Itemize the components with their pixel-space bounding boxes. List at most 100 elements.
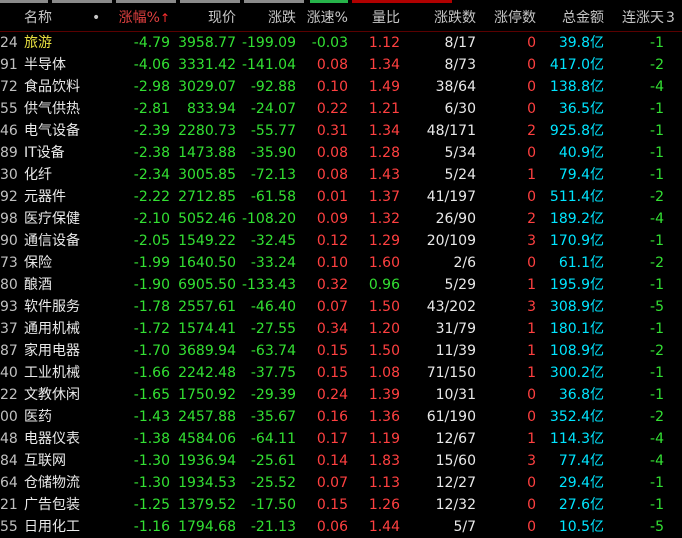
header-streak[interactable]: 连涨天 — [606, 5, 664, 31]
row-up-down: 31/79 — [435, 321, 476, 337]
row-code: 64 — [0, 475, 18, 491]
row-up-down: 5/29 — [444, 277, 476, 293]
header-change-pct[interactable]: 涨幅%↑ — [106, 5, 170, 31]
row-amount-value: 77.4 — [558, 453, 590, 469]
table-row[interactable]: 22 文教休闲 -1.65 1750.92 -29.39 0.24 1.39 10/31 0 36… — [0, 384, 682, 406]
row-amount-value: 417.0 — [549, 57, 590, 73]
row-change: -35.90 — [250, 145, 296, 161]
table-row[interactable]: 64 仓储物流 -1.30 1934.53 -25.52 0.07 1.13 12/27 0 29… — [0, 472, 682, 494]
header-amount[interactable]: 总金额 — [538, 5, 604, 31]
row-limit-up: 1 — [527, 431, 536, 447]
row-change-pct: -1.25 — [133, 497, 170, 513]
row-up-down: 38/64 — [435, 79, 476, 95]
row-change: -25.52 — [250, 475, 296, 491]
row-limit-up: 0 — [527, 519, 536, 535]
table-row[interactable]: 91 半导体 -4.06 3331.42 -141.04 0.08 1.34 8/73 0 417… — [0, 54, 682, 76]
row-name: 工业机械 — [24, 365, 80, 381]
row-amount-unit: 亿 — [590, 453, 604, 469]
row-amount-unit: 亿 — [590, 57, 604, 73]
row-price: 1934.53 — [178, 475, 236, 491]
table-row[interactable]: 92 元器件 -2.22 2712.85 -61.58 0.01 1.37 41/197 0 51… — [0, 186, 682, 208]
row-change: -133.43 — [241, 277, 296, 293]
row-up-down: 5/34 — [444, 145, 476, 161]
top-tab-2[interactable] — [52, 0, 112, 3]
sector-quote-table: 名称 • 涨幅%↑ 现价 涨跌 涨速% 量比 涨跌数 涨停数 总金额 连涨天 3… — [0, 5, 682, 538]
row-streak: -1 — [650, 387, 664, 403]
table-row[interactable]: 73 保险 -1.99 1640.50 -33.24 0.10 1.60 2/6 0 61.1亿 -… — [0, 252, 682, 274]
row-change-pct: -2.38 — [133, 145, 170, 161]
row-limit-up: 2 — [527, 211, 536, 227]
header-up-down[interactable]: 涨跌数 — [402, 5, 476, 31]
row-speed: 0.07 — [316, 299, 348, 315]
row-price: 4584.06 — [178, 431, 236, 447]
top-tab-1[interactable] — [0, 0, 48, 3]
top-tab-3[interactable] — [116, 0, 176, 3]
row-price: 1379.52 — [178, 497, 236, 513]
top-tab-6[interactable] — [352, 0, 452, 3]
table-row[interactable]: 89 IT设备 -2.38 1473.88 -35.90 0.08 1.28 5/34 0 40.… — [0, 142, 682, 164]
row-price: 1750.92 — [178, 387, 236, 403]
row-price: 1936.94 — [178, 453, 236, 469]
row-price: 3689.94 — [178, 343, 236, 359]
row-change-pct: -2.39 — [133, 123, 170, 139]
row-volume-ratio: 1.50 — [368, 299, 400, 315]
row-change-pct: -1.43 — [133, 409, 170, 425]
row-change: -108.20 — [241, 211, 296, 227]
row-streak: -1 — [650, 277, 664, 293]
row-amount-unit: 亿 — [590, 475, 604, 491]
header-change-pct-label: 涨幅% — [118, 10, 160, 26]
row-amount: 352.4亿 — [538, 406, 604, 428]
table-row[interactable]: 55 日用化工 -1.16 1794.68 -21.13 0.06 1.44 5/7 0 10.5… — [0, 516, 682, 538]
row-amount-value: 138.8 — [549, 79, 590, 95]
header-limit-up[interactable]: 涨停数 — [478, 5, 536, 31]
row-amount: 27.6亿 — [538, 494, 604, 516]
table-row[interactable]: 21 广告包装 -1.25 1379.52 -17.50 0.15 1.26 12/32 0 27… — [0, 494, 682, 516]
row-name: 仓储物流 — [24, 475, 80, 491]
table-row[interactable]: 46 电气设备 -2.39 2280.73 -55.77 0.31 1.34 48/171 2 9… — [0, 120, 682, 142]
row-price: 2712.85 — [178, 189, 236, 205]
row-code: 24 — [0, 35, 18, 51]
header-speed[interactable]: 涨速% — [298, 5, 348, 31]
table-row[interactable]: 40 工业机械 -1.66 2242.48 -37.75 0.15 1.08 71/150 1 3… — [0, 362, 682, 384]
row-amount: 36.8亿 — [538, 384, 604, 406]
row-name: 电器仪表 — [24, 431, 80, 447]
row-amount-unit: 亿 — [590, 277, 604, 293]
table-row[interactable]: 80 酿酒 -1.90 6905.50 -133.43 0.32 0.96 5/29 1 195.… — [0, 274, 682, 296]
row-speed: 0.15 — [316, 343, 348, 359]
table-row[interactable]: 37 通用机械 -1.72 1574.41 -27.55 0.34 1.20 31/79 1 18… — [0, 318, 682, 340]
row-speed: 0.17 — [316, 431, 348, 447]
table-row[interactable]: 90 通信设备 -2.05 1549.22 -32.45 0.12 1.29 20/109 3 1… — [0, 230, 682, 252]
table-row[interactable]: 84 互联网 -1.30 1936.94 -25.61 0.14 1.83 15/60 3 77.… — [0, 450, 682, 472]
table-row[interactable]: 00 医药 -1.43 2457.88 -35.67 0.16 1.36 61/190 0 352… — [0, 406, 682, 428]
table-row[interactable]: 55 供气供热 -2.81 833.94 -24.07 0.22 1.21 6/30 0 36.5… — [0, 98, 682, 120]
header-volume-ratio[interactable]: 量比 — [350, 5, 400, 31]
table-row[interactable]: 48 电器仪表 -1.38 4584.06 -64.11 0.17 1.19 12/67 1 11… — [0, 428, 682, 450]
row-amount-value: 511.4 — [549, 189, 590, 205]
table-row[interactable]: 24 旅游 -4.79 3958.77 -199.09 -0.03 1.12 8/17 0 39.… — [0, 32, 682, 54]
row-code: 89 — [0, 145, 18, 161]
row-price: 3331.42 — [178, 57, 236, 73]
top-tab-4[interactable] — [180, 0, 240, 3]
table-row[interactable]: 98 医疗保健 -2.10 5052.46 -108.20 0.09 1.32 26/90 2 1… — [0, 208, 682, 230]
row-change-pct: -1.90 — [133, 277, 170, 293]
row-change: -24.07 — [250, 101, 296, 117]
table-row[interactable]: 87 家用电器 -1.70 3689.94 -63.74 0.15 1.50 11/39 1 10… — [0, 340, 682, 362]
row-amount-unit: 亿 — [590, 431, 604, 447]
table-row[interactable]: 72 食品饮料 -2.98 3029.07 -92.88 0.10 1.49 38/64 0 13… — [0, 76, 682, 98]
row-volume-ratio: 1.36 — [368, 409, 400, 425]
header-change[interactable]: 涨跌 — [238, 5, 296, 31]
table-row[interactable]: 30 化纤 -2.34 3005.85 -72.13 0.08 1.43 5/24 1 79.4亿… — [0, 164, 682, 186]
top-tab-5[interactable] — [244, 0, 304, 3]
header-dot-icon: • — [92, 10, 101, 26]
header-extra[interactable]: 3 — [666, 5, 682, 31]
row-amount-value: 108.9 — [549, 343, 590, 359]
row-change-pct: -1.38 — [133, 431, 170, 447]
row-name: 通信设备 — [24, 233, 80, 249]
row-price: 1794.68 — [178, 519, 236, 535]
row-volume-ratio: 1.32 — [368, 211, 400, 227]
row-name: 食品饮料 — [24, 79, 80, 95]
row-amount-value: 114.3 — [549, 431, 590, 447]
header-code[interactable] — [0, 5, 18, 31]
header-price[interactable]: 现价 — [172, 5, 236, 31]
table-row[interactable]: 93 软件服务 -1.78 2557.61 -46.40 0.07 1.50 43/202 3 3… — [0, 296, 682, 318]
